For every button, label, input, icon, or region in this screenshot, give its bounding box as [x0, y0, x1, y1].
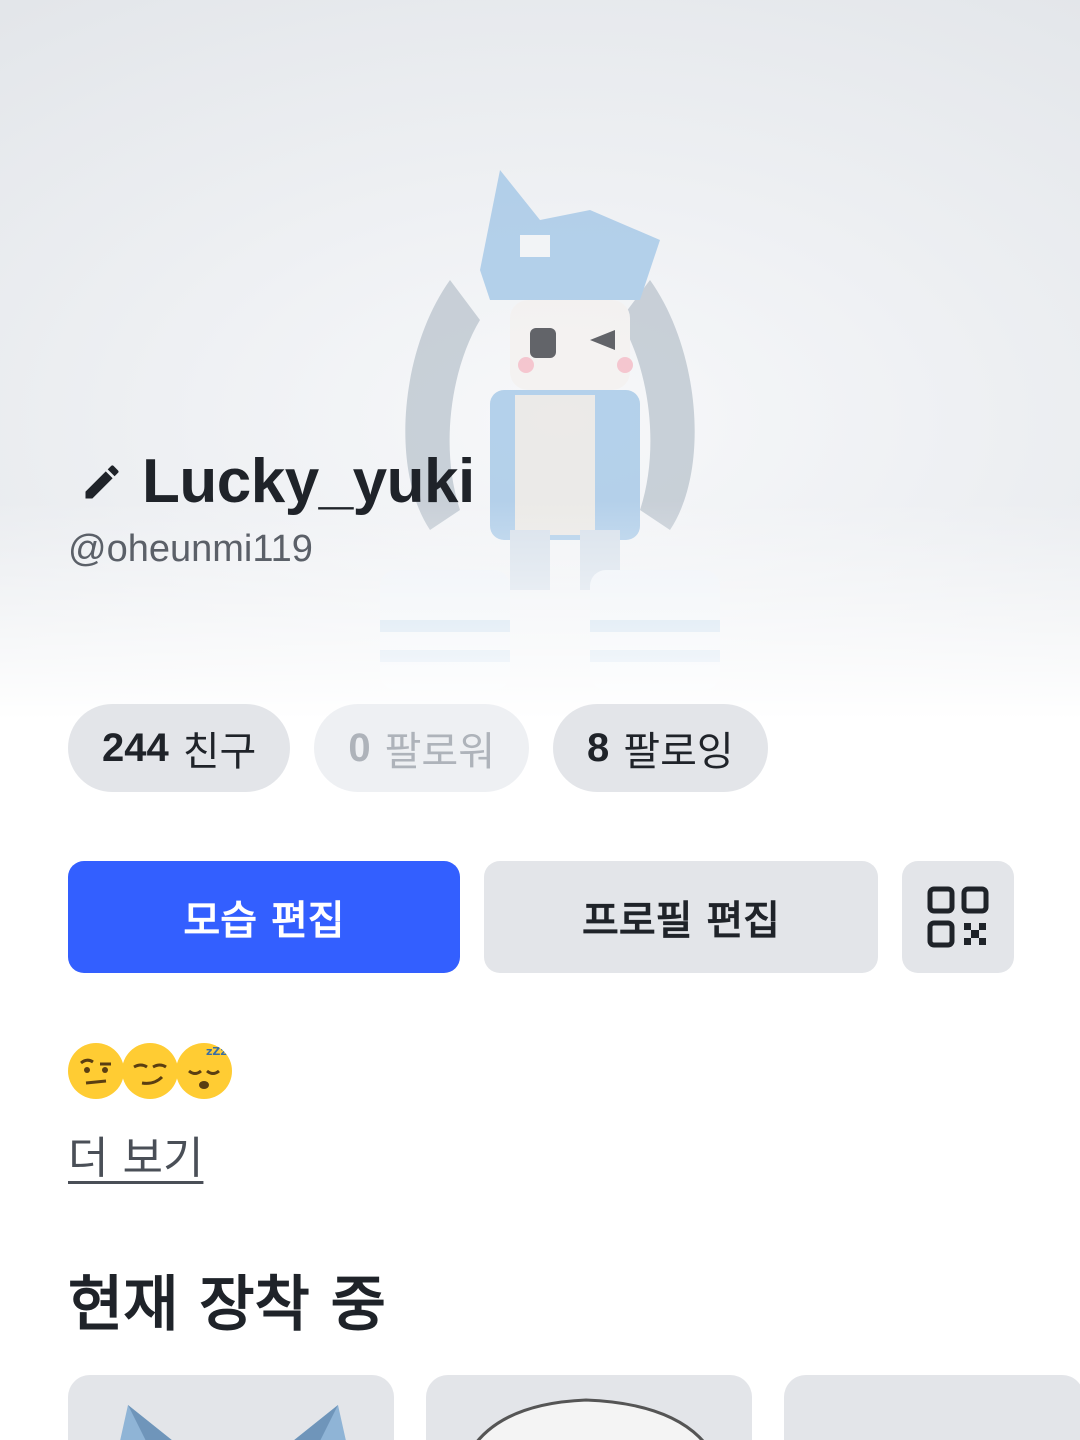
avatar-hero [0, 0, 1080, 720]
qr-code-icon [927, 886, 989, 948]
qr-code-button[interactable] [902, 861, 1014, 973]
friends-label: 친구 [182, 729, 257, 775]
followers-label: 팔로워 [384, 729, 496, 775]
pencil-edit-icon[interactable] [80, 460, 124, 504]
see-more-link[interactable]: 더 보기 [68, 1122, 203, 1186]
followers-count: 0 [348, 725, 371, 770]
following-count: 8 [587, 725, 610, 770]
avatar-image[interactable] [340, 150, 760, 710]
smirk-emoji-icon [122, 1043, 178, 1099]
status-emojis: zZz [68, 1043, 232, 1099]
wearing-items-row [68, 1375, 1080, 1440]
followers-pill[interactable]: 0 팔로워 [314, 704, 530, 792]
edit-avatar-button[interactable]: 모습 편집 [68, 861, 460, 973]
stats-row: 244 친구 0 팔로워 8 팔로잉 [68, 704, 768, 792]
username: @oheunmi119 [68, 528, 313, 570]
svg-text:zZz: zZz [206, 1045, 227, 1058]
cat-ear-beanie-thumbnail [120, 1405, 346, 1440]
wearing-item-card[interactable] [426, 1375, 752, 1440]
friends-pill[interactable]: 244 친구 [68, 704, 291, 792]
following-label: 팔로잉 [623, 729, 734, 775]
wearing-item-card[interactable] [68, 1375, 394, 1440]
sleeping-emoji-icon: zZz [176, 1043, 232, 1099]
display-name-row[interactable]: Lucky_yuki [80, 446, 475, 517]
edit-profile-button[interactable]: 프로필 편집 [484, 861, 878, 973]
action-buttons: 모습 편집 프로필 편집 [68, 861, 1014, 973]
friends-count: 244 [102, 725, 169, 770]
following-pill[interactable]: 8 팔로잉 [553, 704, 768, 792]
wearing-item-card[interactable] [784, 1375, 1080, 1440]
display-name: Lucky_yuki [142, 447, 475, 516]
white-hat-thumbnail [476, 1398, 704, 1440]
currently-wearing-title: 현재 장착 중 [68, 1270, 386, 1340]
raised-eyebrow-emoji-icon [68, 1043, 124, 1099]
